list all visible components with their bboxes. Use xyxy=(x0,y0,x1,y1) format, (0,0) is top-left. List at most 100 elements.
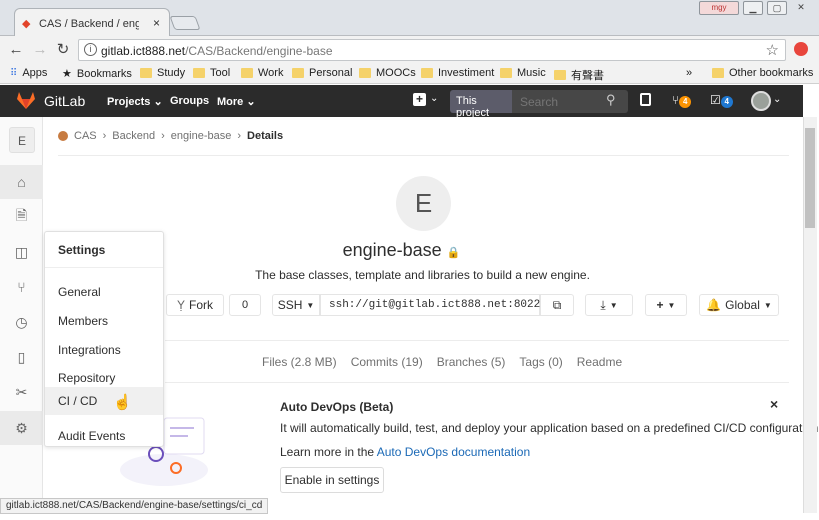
folder-icon xyxy=(554,70,566,80)
home-icon[interactable]: ⌂ xyxy=(0,165,43,199)
maximize-icon[interactable]: ▢ xyxy=(767,1,787,15)
auto-devops-docs-link[interactable]: Auto DevOps documentation xyxy=(377,445,530,459)
search-scope-badge[interactable]: This project xyxy=(450,90,512,119)
bookmark-tool[interactable]: Tool xyxy=(193,67,230,79)
close-icon[interactable]: × xyxy=(770,396,778,412)
clipboard-icon: ⧉ xyxy=(552,297,562,312)
flyout-item-integrations[interactable]: Integrations xyxy=(45,336,163,364)
files-stat-link[interactable]: Files (2.8 MB) xyxy=(262,355,337,369)
lock-icon: 🔒 xyxy=(446,247,461,259)
auto-devops-learn-more: Learn more in the Auto DevOps documentat… xyxy=(280,445,531,459)
tags-stat-link[interactable]: Tags (0) xyxy=(519,355,562,369)
branches-stat-link[interactable]: Branches (5) xyxy=(437,355,506,369)
bookmark-apps[interactable]: ⠿ Apps xyxy=(10,67,47,79)
caret-down-icon: ▼ xyxy=(306,300,315,310)
gitlab-favicon-icon: ◆ xyxy=(22,18,31,30)
snippets-scissors-icon[interactable]: ✂ xyxy=(0,375,43,409)
auto-devops-description: It will automatically build, test, and d… xyxy=(280,421,819,435)
merge-requests-link[interactable]: ⑂ 4 xyxy=(672,93,692,108)
tab-close-icon[interactable]: × xyxy=(153,16,160,30)
new-tab-button[interactable] xyxy=(169,16,201,30)
chevron-right-icon: › xyxy=(237,130,242,142)
address-bar[interactable]: i gitlab.ict888.net/CAS/Backend/engine-b… xyxy=(78,39,786,61)
more-bookmarks-chevron[interactable]: » xyxy=(686,67,692,79)
project-stats: Files (2.8 MB) Commits (19) Branches (5)… xyxy=(262,355,622,369)
folder-icon xyxy=(140,68,152,78)
bookmark-bookmarks[interactable]: ★ Bookmarks xyxy=(62,67,132,81)
notification-dropdown[interactable]: 🔔 Global ▼ xyxy=(699,294,779,316)
project-sidebar: E ⌂ 🗎 ◫ ⑂ ◷ ▯ ✂ ⚙ » xyxy=(0,117,43,510)
project-avatar[interactable]: E xyxy=(9,127,35,153)
url-host: gitlab.ict888.net xyxy=(101,44,186,58)
search-icon[interactable]: ⚲ xyxy=(606,92,616,108)
window-controls: mgy ▁ ▢ ✕ xyxy=(699,1,811,17)
flyout-item-members[interactable]: Members xyxy=(45,307,163,335)
bookmark-study[interactable]: Study xyxy=(140,67,185,79)
star-icon: ★ xyxy=(62,68,72,80)
bell-icon: 🔔 xyxy=(706,298,722,312)
bookmark-work[interactable]: Work xyxy=(241,67,283,79)
bookmark-moocs[interactable]: MOOCs xyxy=(359,67,416,79)
gitlab-logo-icon[interactable] xyxy=(16,91,36,113)
commits-stat-link[interactable]: Commits (19) xyxy=(351,355,423,369)
projects-dropdown[interactable]: Projects ⌄ xyxy=(107,95,163,108)
add-new-dropdown[interactable]: + ▼ xyxy=(645,294,687,316)
new-item-plus-icon[interactable]: + xyxy=(413,93,426,106)
browser-status-url: gitlab.ict888.net/CAS/Backend/engine-bas… xyxy=(0,498,269,514)
flyout-item-general[interactable]: General xyxy=(45,278,163,306)
minimize-icon[interactable]: ▁ xyxy=(743,1,763,15)
bookmark-other[interactable]: Other bookmarks xyxy=(712,67,813,79)
breadcrumb-item-backend[interactable]: Backend xyxy=(112,130,155,142)
bookmark-investiment[interactable]: Investiment xyxy=(421,67,494,79)
wiki-book-icon[interactable]: ▯ xyxy=(0,340,43,374)
info-icon[interactable]: i xyxy=(84,43,97,56)
breadcrumb-item-cas[interactable]: CAS xyxy=(74,130,97,142)
sidebar-toggle-icon[interactable] xyxy=(640,93,651,106)
folder-icon xyxy=(193,68,205,78)
project-avatar-large: E xyxy=(396,176,451,231)
copy-clipboard-button[interactable]: ⧉ xyxy=(540,294,574,316)
bookmark-star-icon[interactable]: ☆ xyxy=(766,41,779,59)
browser-toolbar: ← → ↻ i gitlab.ict888.net/CAS/Backend/en… xyxy=(0,36,819,64)
profile-badge[interactable]: mgy xyxy=(699,1,739,15)
back-arrow-icon[interactable]: ← xyxy=(8,42,24,58)
bookmark-music[interactable]: Music xyxy=(500,67,546,79)
enable-in-settings-button[interactable]: Enable in settings xyxy=(280,467,384,493)
forward-arrow-icon[interactable]: → xyxy=(32,42,48,58)
clone-url-input[interactable]: ssh://git@gitlab.ict888.net:8022/ xyxy=(320,294,547,316)
browser-tab[interactable]: ◆ CAS / Backend / engine- × xyxy=(14,8,170,36)
scrollbar-thumb[interactable] xyxy=(805,128,815,228)
pipelines-clock-icon[interactable]: ◷ xyxy=(0,305,43,339)
groups-link[interactable]: Groups xyxy=(170,95,209,107)
todos-link[interactable]: ☑ 4 xyxy=(710,93,733,108)
bookmark-personal[interactable]: Personal xyxy=(292,67,352,79)
caret-down-icon: ▼ xyxy=(609,300,618,310)
url-text: gitlab.ict888.net/CAS/Backend/engine-bas… xyxy=(101,44,333,58)
reload-icon[interactable]: ↻ xyxy=(55,42,71,58)
apps-grid-icon: ⠿ xyxy=(10,67,18,79)
clone-protocol-dropdown[interactable]: SSH ▼ xyxy=(272,294,320,316)
extension-icon[interactable] xyxy=(794,42,808,56)
bookmark-audiobooks[interactable]: 有聲書 xyxy=(554,67,604,83)
readme-link[interactable]: Readme xyxy=(577,355,622,369)
chevron-down-icon[interactable]: ⌄ xyxy=(773,94,781,105)
breadcrumb-item-engine-base[interactable]: engine-base xyxy=(171,130,232,142)
flyout-item-ci-cd[interactable]: CI / CD xyxy=(45,387,163,415)
url-path: /CAS/Backend/engine-base xyxy=(185,44,333,58)
more-dropdown[interactable]: More ⌄ xyxy=(217,95,256,108)
flyout-item-audit-events[interactable]: Audit Events xyxy=(45,422,163,450)
chevron-down-icon[interactable]: ⌄ xyxy=(430,93,438,104)
divider xyxy=(165,382,789,383)
chevron-down-icon: ⌄ xyxy=(153,96,163,108)
fork-count[interactable]: 0 xyxy=(229,294,261,316)
settings-gear-icon[interactable]: ⚙ xyxy=(0,411,43,445)
group-avatar xyxy=(58,131,68,141)
folder-icon xyxy=(241,68,253,78)
download-dropdown[interactable]: ⤓ ▼ xyxy=(585,294,633,316)
window-close-icon[interactable]: ✕ xyxy=(791,1,811,15)
user-avatar[interactable] xyxy=(751,91,771,111)
fork-button[interactable]: Ỵ Fork xyxy=(166,294,224,316)
gitlab-wordmark[interactable]: GitLab xyxy=(44,93,85,109)
repository-file-icon[interactable]: 🗎 xyxy=(0,200,43,234)
folder-icon xyxy=(359,68,371,78)
